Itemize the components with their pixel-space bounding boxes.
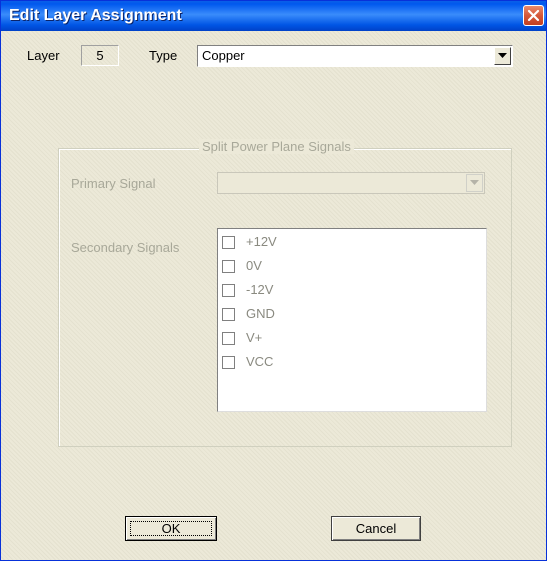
- close-icon: [527, 9, 540, 22]
- type-selected-value: Copper: [202, 48, 245, 63]
- signal-label: V+: [246, 330, 263, 345]
- window-title: Edit Layer Assignment: [9, 7, 182, 24]
- chevron-down-icon: [470, 180, 479, 185]
- secondary-signals-label: Secondary Signals: [71, 240, 180, 255]
- layer-label: Layer: [27, 48, 60, 63]
- title-bar[interactable]: Edit Layer Assignment: [1, 1, 546, 31]
- primary-signal-dropdown[interactable]: [217, 172, 485, 194]
- ok-button[interactable]: OK: [125, 516, 217, 541]
- cancel-button-label: Cancel: [355, 521, 397, 536]
- signal-checkbox[interactable]: [222, 260, 235, 273]
- signal-label: 0V: [246, 258, 262, 273]
- chevron-down-icon: [498, 53, 507, 58]
- signal-label: +12V: [246, 234, 277, 249]
- dialog-window: Edit Layer Assignment Layer 5 Type Coppe…: [0, 0, 547, 561]
- layer-number-value: 5: [96, 48, 104, 63]
- secondary-signals-list[interactable]: +12V 0V -12V GND V+ VCC: [217, 228, 487, 412]
- signal-label: GND: [246, 306, 275, 321]
- signal-label: VCC: [246, 354, 274, 369]
- signal-checkbox[interactable]: [222, 308, 235, 321]
- cancel-button[interactable]: Cancel: [331, 516, 421, 541]
- signal-checkbox[interactable]: [222, 236, 235, 249]
- signal-checkbox[interactable]: [222, 332, 235, 345]
- type-dropdown[interactable]: Copper: [197, 45, 513, 67]
- signal-checkbox[interactable]: [222, 284, 235, 297]
- type-label: Type: [149, 48, 178, 63]
- type-dropdown-button[interactable]: [494, 47, 511, 65]
- split-power-group-title: Split Power Plane Signals: [199, 139, 354, 154]
- close-button[interactable]: [523, 5, 544, 26]
- signal-checkbox[interactable]: [222, 356, 235, 369]
- primary-signal-label: Primary Signal: [71, 176, 156, 191]
- focus-rectangle: [130, 521, 212, 536]
- signal-label: -12V: [246, 282, 274, 297]
- primary-signal-dropdown-button[interactable]: [466, 174, 483, 192]
- layer-number-field: 5: [81, 45, 119, 66]
